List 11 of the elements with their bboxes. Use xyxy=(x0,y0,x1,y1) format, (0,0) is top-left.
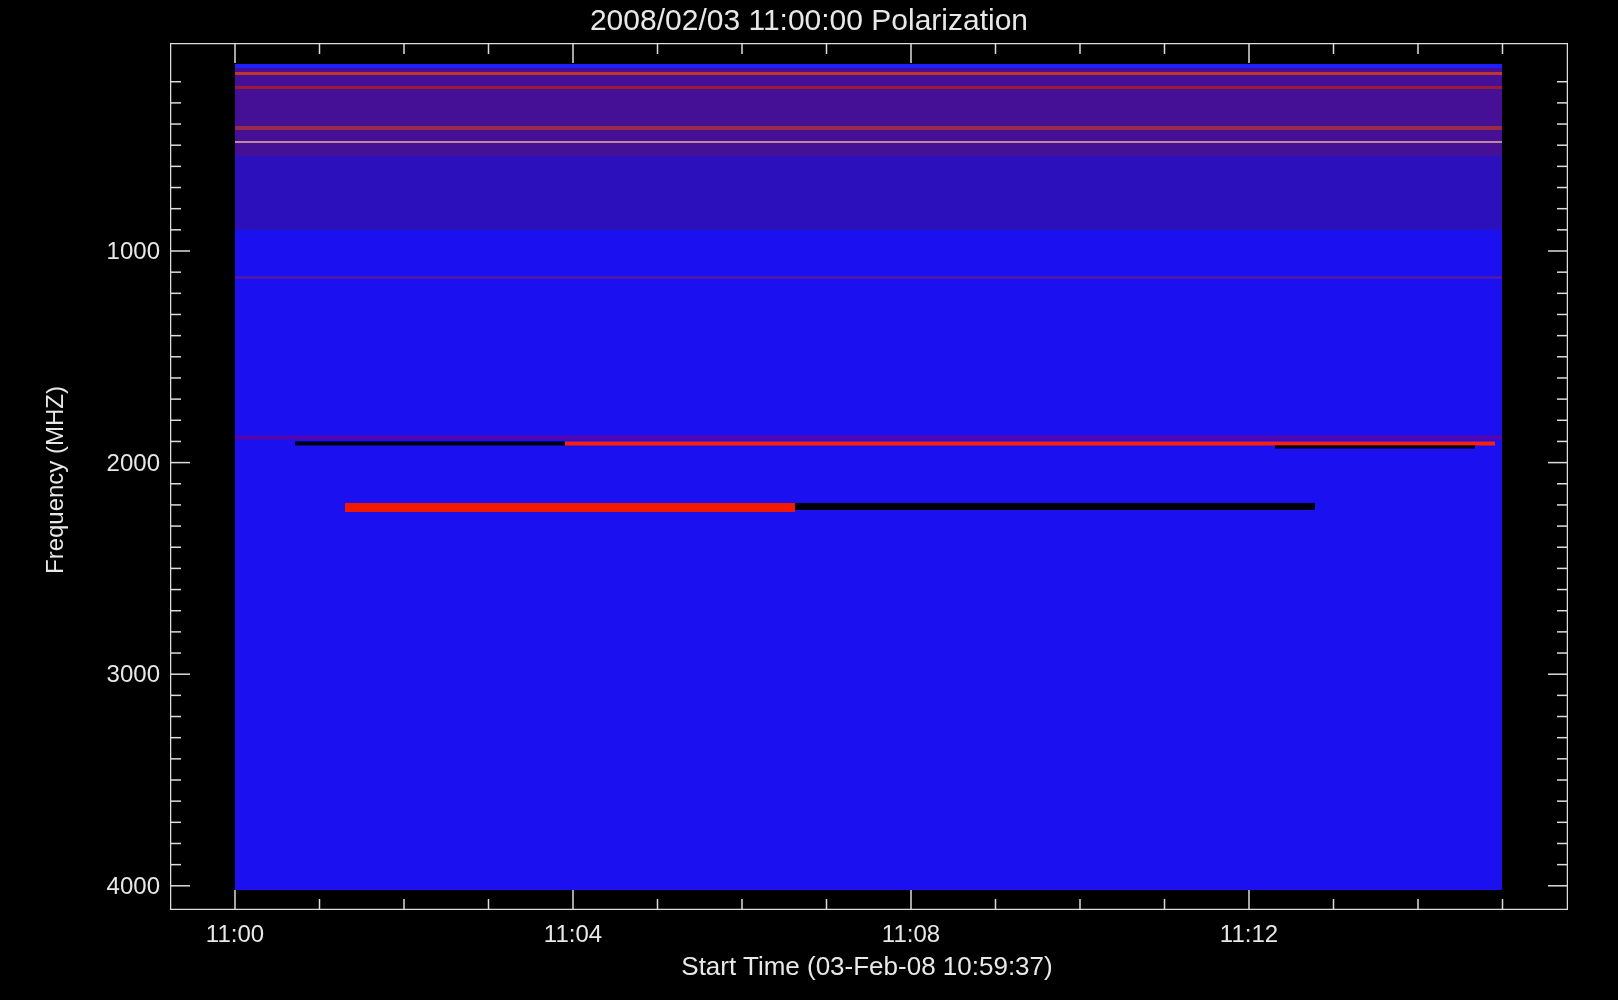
tick-label: 3000 xyxy=(105,660,160,689)
tick-label: 11:04 xyxy=(542,920,604,948)
tick-label: 1000 xyxy=(105,237,160,265)
tick-label: 2000 xyxy=(105,448,160,477)
axis-title: Frequency (MHZ) xyxy=(41,386,69,574)
chart-title: 2008/02/03 11:00:00 Polarization xyxy=(588,2,1030,38)
tick-label: 11:08 xyxy=(880,920,942,948)
tick-label: 11:00 xyxy=(204,920,266,948)
tick-label: 4000 xyxy=(105,871,160,900)
axis-title: Start Time (03-Feb-08 10:59:37) xyxy=(680,951,1054,981)
tick-label: 11:12 xyxy=(1218,920,1280,948)
